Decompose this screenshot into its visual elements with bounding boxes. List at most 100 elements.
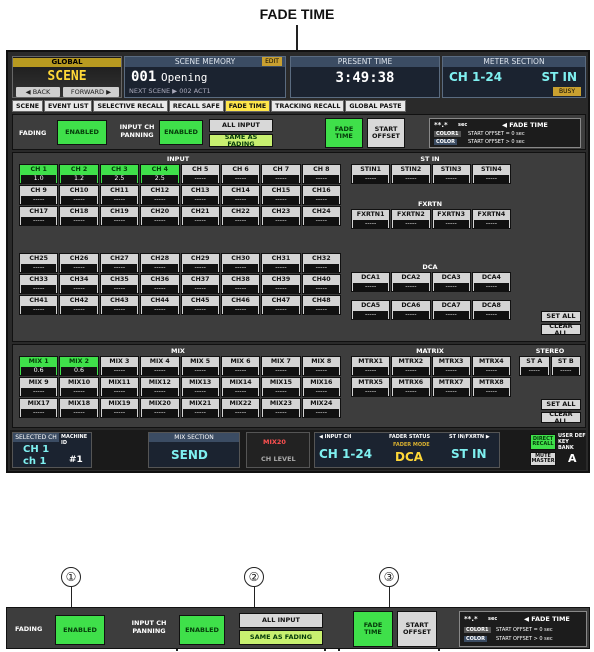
- channel-button[interactable]: DCA7 -----: [431, 300, 471, 320]
- strip-start-offset-button[interactable]: START OFFSET: [397, 611, 437, 647]
- channel-button[interactable]: FXRTN2 -----: [391, 209, 431, 229]
- fade-time-button[interactable]: FADE TIME: [325, 118, 363, 148]
- channel-button[interactable]: MIX16 -----: [301, 377, 341, 397]
- channel-button[interactable]: MTRX5 -----: [351, 377, 391, 397]
- channel-button[interactable]: MIX10 -----: [59, 377, 99, 397]
- channel-button[interactable]: MIX12 -----: [140, 377, 180, 397]
- back-button[interactable]: ◀ BACK: [16, 87, 60, 97]
- channel-button[interactable]: CH45 -----: [180, 295, 220, 315]
- channel-button[interactable]: CH34 -----: [59, 274, 99, 294]
- channel-button[interactable]: CH23 -----: [261, 206, 301, 226]
- start-offset-button[interactable]: START OFFSET: [367, 118, 405, 148]
- channel-button[interactable]: STIN1 -----: [351, 164, 391, 184]
- dca-set-all-button[interactable]: SET ALL: [541, 311, 581, 322]
- channel-button[interactable]: ST B -----: [550, 356, 581, 376]
- mix-level-box[interactable]: MIX20 CH LEVEL: [246, 432, 310, 468]
- stereo-set-all-button[interactable]: SET ALL: [541, 399, 581, 410]
- channel-button[interactable]: MIX 3 -----: [99, 356, 140, 376]
- tab-event-list[interactable]: EVENT LIST: [44, 100, 93, 112]
- meter-ch-button[interactable]: CH 1-24: [449, 70, 502, 84]
- channel-button[interactable]: CH32 -----: [301, 253, 341, 273]
- channel-button[interactable]: CH39 -----: [261, 274, 301, 294]
- channel-button[interactable]: STIN2 -----: [391, 164, 431, 184]
- channel-button[interactable]: CH37 -----: [180, 274, 220, 294]
- strip-all-input-button[interactable]: ALL INPUT: [239, 613, 323, 628]
- channel-button[interactable]: CH33 -----: [19, 274, 59, 294]
- channel-button[interactable]: MIX22 -----: [220, 398, 261, 418]
- channel-button[interactable]: CH40 -----: [301, 274, 341, 294]
- channel-button[interactable]: CH17 -----: [19, 206, 59, 226]
- channel-button[interactable]: DCA3 -----: [431, 272, 471, 292]
- channel-button[interactable]: MIX 9 -----: [19, 377, 59, 397]
- channel-button[interactable]: CH 7 -----: [261, 164, 301, 184]
- channel-button[interactable]: MIX 8 -----: [301, 356, 341, 376]
- channel-button[interactable]: MTRX8 -----: [471, 377, 511, 397]
- selected-ch-box[interactable]: SELECTED CH CH 1 ch 1 MACHINE ID #1: [12, 432, 92, 468]
- dca-clear-all-button[interactable]: CLEAR ALL: [541, 322, 581, 336]
- channel-button[interactable]: CH43 -----: [99, 295, 140, 315]
- st-in-button[interactable]: ST IN: [451, 447, 487, 461]
- same-as-fading-button[interactable]: SAME AS FADING: [209, 133, 273, 147]
- channel-button[interactable]: CH15 -----: [261, 185, 301, 205]
- forward-button[interactable]: FORWARD ▶: [63, 87, 119, 97]
- channel-button[interactable]: MIX19 -----: [99, 398, 140, 418]
- channel-button[interactable]: CH27 -----: [99, 253, 140, 273]
- channel-button[interactable]: MIX 2 0.6: [59, 356, 99, 376]
- channel-button[interactable]: MIX 7 -----: [261, 356, 301, 376]
- channel-button[interactable]: CH12 -----: [140, 185, 180, 205]
- input-ch-button[interactable]: CH 1-24: [319, 447, 372, 461]
- channel-button[interactable]: MIX 4 -----: [140, 356, 180, 376]
- channel-button[interactable]: CH 1 1.0: [19, 164, 59, 184]
- channel-button[interactable]: MTRX4 -----: [471, 356, 511, 376]
- direct-recall-button[interactable]: DIRECT RECALL: [530, 434, 556, 450]
- channel-button[interactable]: ST A -----: [519, 356, 550, 376]
- channel-button[interactable]: CH 5 -----: [180, 164, 220, 184]
- channel-button[interactable]: CH26 -----: [59, 253, 99, 273]
- channel-button[interactable]: CH35 -----: [99, 274, 140, 294]
- channel-button[interactable]: CH44 -----: [140, 295, 180, 315]
- channel-button[interactable]: FXRTN4 -----: [471, 209, 511, 229]
- channel-button[interactable]: CH28 -----: [140, 253, 180, 273]
- stereo-clear-all-button[interactable]: CLEAR ALL: [541, 410, 581, 424]
- channel-button[interactable]: MTRX2 -----: [391, 356, 431, 376]
- tab-global-paste[interactable]: GLOBAL PASTE: [345, 100, 406, 112]
- channel-button[interactable]: MIX13 -----: [180, 377, 220, 397]
- channel-button[interactable]: MIX14 -----: [220, 377, 261, 397]
- tab-recall-safe[interactable]: RECALL SAFE: [168, 100, 224, 112]
- tab-selective-recall[interactable]: SELECTIVE RECALL: [93, 100, 168, 112]
- channel-button[interactable]: MIX 1 0.6: [19, 356, 59, 376]
- channel-button[interactable]: CH14 -----: [220, 185, 261, 205]
- channel-button[interactable]: DCA2 -----: [391, 272, 431, 292]
- channel-button[interactable]: CH29 -----: [180, 253, 220, 273]
- meter-st-button[interactable]: ST IN: [541, 70, 577, 84]
- channel-button[interactable]: CH19 -----: [99, 206, 140, 226]
- channel-button[interactable]: DCA4 -----: [471, 272, 511, 292]
- strip-fading-button[interactable]: ENABLED: [55, 615, 105, 645]
- channel-button[interactable]: FXRTN3 -----: [431, 209, 471, 229]
- channel-button[interactable]: CH 9 -----: [19, 185, 59, 205]
- channel-button[interactable]: CH13 -----: [180, 185, 220, 205]
- channel-button[interactable]: MIX23 -----: [261, 398, 301, 418]
- channel-button[interactable]: MIX21 -----: [180, 398, 220, 418]
- channel-button[interactable]: CH25 -----: [19, 253, 59, 273]
- channel-button[interactable]: CH 2 1.2: [59, 164, 99, 184]
- channel-button[interactable]: CH10 -----: [59, 185, 99, 205]
- channel-button[interactable]: CH47 -----: [261, 295, 301, 315]
- all-input-button[interactable]: ALL INPUT: [209, 119, 273, 132]
- channel-button[interactable]: DCA6 -----: [391, 300, 431, 320]
- tab-fade-time[interactable]: FADE TIME: [224, 100, 271, 112]
- channel-button[interactable]: FXRTN1 -----: [351, 209, 391, 229]
- channel-button[interactable]: CH46 -----: [220, 295, 261, 315]
- tab-tracking-recall[interactable]: TRACKING RECALL: [271, 100, 345, 112]
- channel-button[interactable]: MIX11 -----: [99, 377, 140, 397]
- channel-button[interactable]: MIX15 -----: [261, 377, 301, 397]
- channel-button[interactable]: CH21 -----: [180, 206, 220, 226]
- channel-button[interactable]: CH41 -----: [19, 295, 59, 315]
- tab-scene[interactable]: SCENE: [12, 100, 44, 112]
- channel-button[interactable]: MIX 6 -----: [220, 356, 261, 376]
- channel-button[interactable]: MIX17 -----: [19, 398, 59, 418]
- channel-button[interactable]: DCA5 -----: [351, 300, 391, 320]
- channel-button[interactable]: CH18 -----: [59, 206, 99, 226]
- channel-button[interactable]: CH 6 -----: [220, 164, 261, 184]
- channel-button[interactable]: CH11 -----: [99, 185, 140, 205]
